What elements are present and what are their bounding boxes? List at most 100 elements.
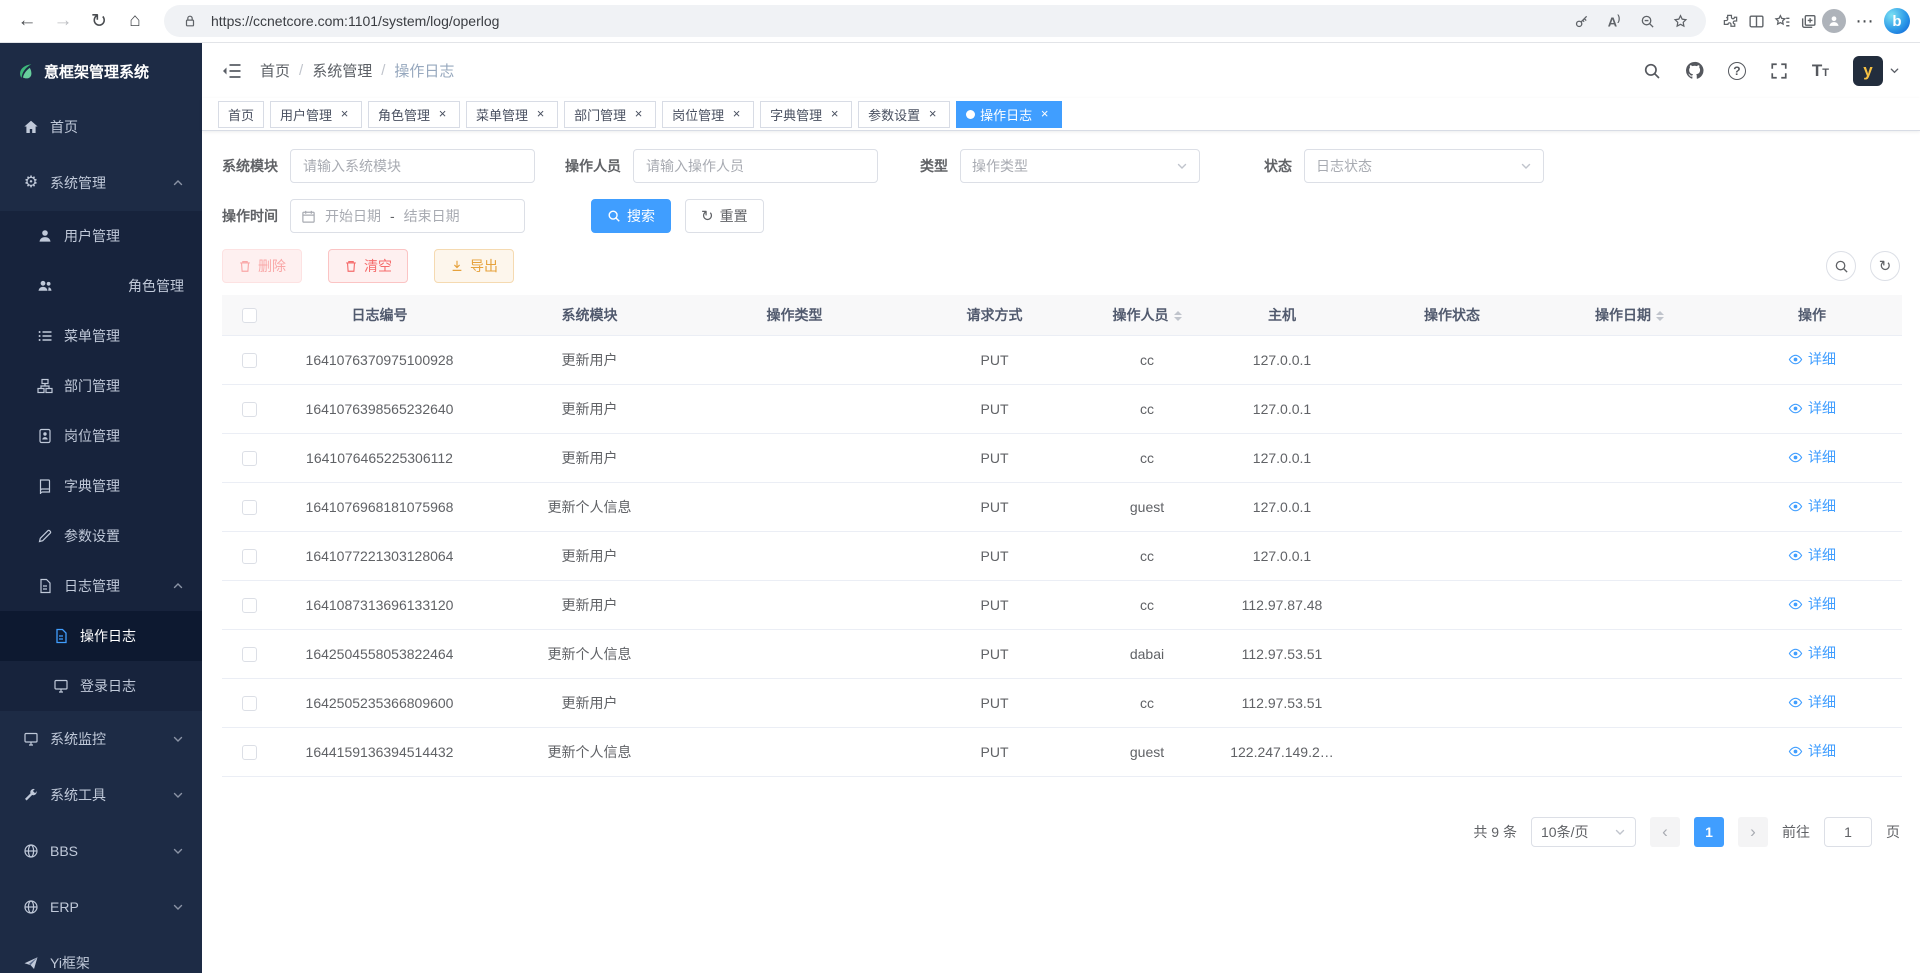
tab-close-icon[interactable]: × [729,107,744,122]
col-date[interactable]: 操作日期 [1537,295,1722,335]
export-button[interactable]: 导出 [434,249,514,283]
tab-close-icon[interactable]: × [925,107,940,122]
sidebar-item-home[interactable]: 首页 [0,99,202,155]
split-screen-icon[interactable] [1744,9,1768,33]
row-checkbox[interactable] [242,745,257,760]
detail-link[interactable]: 详细 [1788,447,1836,467]
clear-button[interactable]: 清空 [328,249,408,283]
module-filter-input[interactable] [290,149,535,183]
help-question-icon[interactable]: ? [1728,62,1746,80]
tab[interactable]: 角色管理 × [368,101,460,128]
user-avatar[interactable]: y [1853,56,1883,86]
delete-button[interactable]: 删除 [222,249,302,283]
status-filter-select[interactable]: 日志状态 [1304,149,1544,183]
browser-home-icon[interactable]: ⌂ [118,4,152,38]
search-button[interactable]: 搜索 [591,199,671,233]
detail-link[interactable]: 详细 [1788,692,1836,712]
tab[interactable]: 参数设置 × [858,101,950,128]
next-page-button[interactable]: › [1738,817,1768,847]
breadcrumb-home[interactable]: 首页 [260,60,290,81]
detail-link[interactable]: 详细 [1788,594,1836,614]
sidebar-item-operation-log[interactable]: 操作日志 [0,611,202,661]
sidebar-item-post-mgmt[interactable]: 岗位管理 [0,411,202,461]
tab[interactable]: 用户管理 × [270,101,362,128]
tab-close-icon[interactable]: × [533,107,548,122]
show-search-button[interactable] [1826,251,1856,281]
user-menu[interactable]: y [1853,56,1900,86]
table-row[interactable]: 1641076398565232640 更新用户 PUT cc 127.0.0.… [222,384,1902,433]
github-icon[interactable] [1685,61,1704,80]
detail-link[interactable]: 详细 [1788,398,1836,418]
tab[interactable]: 首页 [218,101,264,128]
sidebar-item-param-settings[interactable]: 参数设置 [0,511,202,561]
sidebar-item-erp[interactable]: ERP [0,879,202,935]
header-search-icon[interactable] [1643,62,1661,80]
table-row[interactable]: 1641076968181075968 更新个人信息 PUT guest 127… [222,482,1902,531]
row-checkbox[interactable] [242,353,257,368]
table-row[interactable]: 1642504558053822464 更新个人信息 PUT dabai 112… [222,629,1902,678]
tab[interactable]: 操作日志 × [956,101,1062,128]
sidebar-item-login-log[interactable]: 登录日志 [0,661,202,711]
browser-settings-more-icon[interactable]: ⋯ [1848,4,1882,38]
row-checkbox[interactable] [242,598,257,613]
read-aloud-icon[interactable]: A) [1602,9,1626,33]
tab[interactable]: 字典管理 × [760,101,852,128]
detail-link[interactable]: 详细 [1788,545,1836,565]
url-text[interactable]: https://ccnetcore.com:1101/system/log/op… [211,13,1560,29]
select-all-checkbox[interactable] [242,308,257,323]
sidebar-item-role-mgmt[interactable]: 角色管理 [0,261,202,311]
table-row[interactable]: 1641087313696133120 更新用户 PUT cc 112.97.8… [222,580,1902,629]
zoom-out-icon[interactable] [1635,9,1659,33]
sidebar-item-yi-framework[interactable]: Yi框架 [0,935,202,973]
reset-button[interactable]: ↻ 重置 [685,199,764,233]
fullscreen-icon[interactable] [1770,62,1788,80]
row-checkbox[interactable] [242,402,257,417]
tab[interactable]: 菜单管理 × [466,101,558,128]
table-row[interactable]: 1641076465225306112 更新用户 PUT cc 127.0.0.… [222,433,1902,482]
tab[interactable]: 岗位管理 × [662,101,754,128]
collections-icon[interactable] [1796,9,1820,33]
detail-link[interactable]: 详细 [1788,741,1836,761]
date-range-picker[interactable]: 开始日期 - 结束日期 [290,199,525,233]
detail-link[interactable]: 详细 [1788,643,1836,663]
sidebar-item-system-monitor[interactable]: 系统监控 [0,711,202,767]
sidebar-item-dept-mgmt[interactable]: 部门管理 [0,361,202,411]
table-row[interactable]: 1641076370975100928 更新用户 PUT cc 127.0.0.… [222,335,1902,384]
profile-avatar-icon[interactable] [1822,9,1846,33]
row-checkbox[interactable] [242,451,257,466]
row-checkbox[interactable] [242,500,257,515]
detail-link[interactable]: 详细 [1788,496,1836,516]
sidebar-item-bbs[interactable]: BBS [0,823,202,879]
table-row[interactable]: 1641077221303128064 更新用户 PUT cc 127.0.0.… [222,531,1902,580]
sidebar-item-user-mgmt[interactable]: 用户管理 [0,211,202,261]
col-operator[interactable]: 操作人员 [1097,295,1197,335]
sidebar-item-system[interactable]: ⚙ 系统管理 [0,155,202,211]
sidebar-item-dict-mgmt[interactable]: 字典管理 [0,461,202,511]
sidebar-collapse-icon[interactable] [222,62,242,80]
address-bar[interactable]: https://ccnetcore.com:1101/system/log/op… [164,5,1706,37]
page-size-select[interactable]: 10条/页 [1531,817,1636,847]
tab-close-icon[interactable]: × [435,107,450,122]
tab-close-icon[interactable]: × [1037,107,1052,122]
table-row[interactable]: 1642505235366809600 更新用户 PUT cc 112.97.5… [222,678,1902,727]
browser-refresh-icon[interactable]: ↻ [82,4,116,38]
row-checkbox[interactable] [242,549,257,564]
sidebar-item-log-mgmt[interactable]: 日志管理 [0,561,202,611]
tab-close-icon[interactable]: × [631,107,646,122]
breadcrumb-system[interactable]: 系统管理 [312,60,372,81]
refresh-table-button[interactable]: ↻ [1870,251,1900,281]
browser-forward-icon[interactable]: → [46,4,80,38]
sidebar-item-system-tools[interactable]: 系统工具 [0,767,202,823]
operator-filter-input[interactable] [633,149,878,183]
sidebar-item-menu-mgmt[interactable]: 菜单管理 [0,311,202,361]
extensions-icon[interactable] [1718,9,1742,33]
tab-close-icon[interactable]: × [337,107,352,122]
browser-back-icon[interactable]: ← [10,4,44,38]
sort-caret-icon[interactable] [1656,307,1664,325]
prev-page-button[interactable]: ‹ [1650,817,1680,847]
sort-caret-icon[interactable] [1174,307,1182,325]
row-checkbox[interactable] [242,696,257,711]
tab[interactable]: 部门管理 × [564,101,656,128]
bing-discover-icon[interactable]: b [1884,8,1910,34]
font-size-icon[interactable]: TT [1812,61,1829,81]
